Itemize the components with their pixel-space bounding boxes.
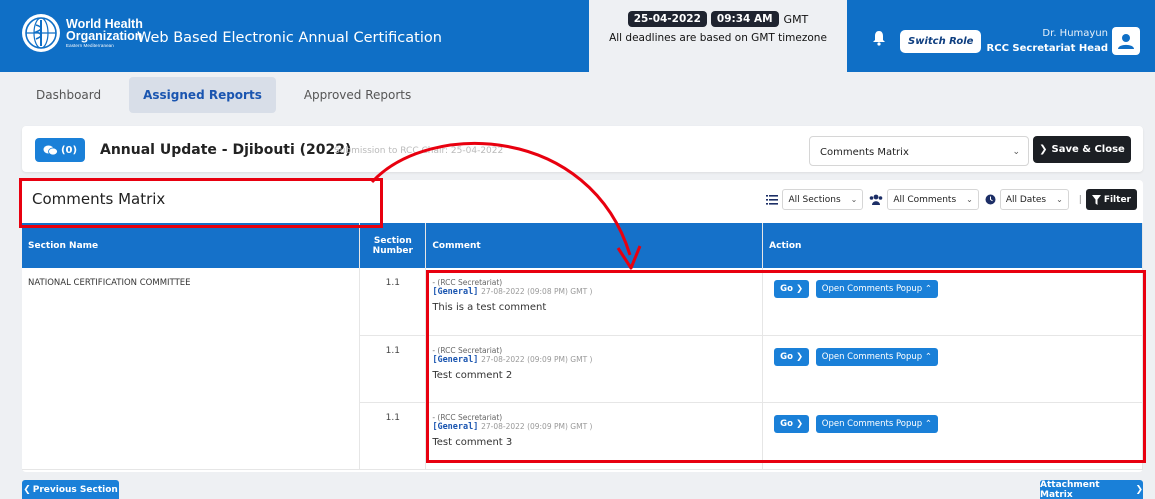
previous-section-button[interactable]: ❮ Previous Section (22, 480, 119, 499)
org-name-line1: World Health (66, 16, 143, 31)
clock-icon (985, 194, 996, 205)
who-emblem-icon (22, 14, 60, 52)
submission-date: Submission to RCC Chair: 25-04-2022 (334, 146, 504, 156)
chevron-down-icon: ⌄ (1056, 195, 1063, 204)
current-time: 09:34 AM (710, 11, 779, 27)
tab-approved-reports[interactable]: Approved Reports (290, 77, 425, 113)
table-header-row: Section Name Section Number Comment Acti… (22, 223, 1143, 268)
chevron-down-icon: ⌄ (850, 195, 858, 204)
bell-icon[interactable] (872, 30, 886, 50)
who-logo[interactable]: World Health Organization Eastern Medite… (22, 14, 143, 52)
annotation-box-comments (426, 270, 1146, 463)
report-title: Annual Update - Djibouti (2022) (100, 142, 352, 158)
col-action: Action (762, 223, 1143, 268)
timezone-label: GMT (783, 12, 809, 26)
chevron-right-icon: ❯ (1039, 144, 1048, 155)
app-header: World Health Organization Eastern Medite… (0, 0, 1155, 72)
app-title: Web Based Electronic Annual Certificatio… (137, 30, 442, 46)
comments-icon (43, 145, 58, 155)
chevron-down-icon: ⌄ (966, 195, 973, 204)
section-name-cell: NATIONAL CERTIFICATION COMMITTEE (22, 268, 361, 470)
report-header-bar: (0) Annual Update - Djibouti (2022) Subm… (22, 126, 1143, 172)
col-comment: Comment (425, 223, 764, 268)
chevron-left-icon: ❮ (23, 484, 31, 495)
col-section-name: Section Name (22, 223, 361, 268)
org-region: Eastern Mediterranean (66, 42, 114, 48)
matrix-dropdown[interactable]: Comments Matrix ⌄ (809, 136, 1029, 166)
users-icon (870, 194, 883, 205)
matrix-dropdown-value: Comments Matrix (820, 147, 909, 158)
user-role: RCC Secretariat Head (986, 43, 1108, 54)
tab-dashboard[interactable]: Dashboard (22, 77, 115, 113)
user-name: Dr. Humayun (1042, 28, 1108, 39)
comments-filter-select[interactable]: All Comments ⌄ (887, 189, 979, 210)
deadline-note: All deadlines are based on GMT timezone (609, 32, 827, 44)
sections-filter-select[interactable]: All Sections ⌄ (782, 189, 864, 210)
chevron-right-icon: ❯ (1135, 484, 1143, 495)
datetime-panel: 25-04-2022 09:34 AM GMT All deadlines ar… (589, 0, 847, 72)
funnel-icon (1091, 194, 1101, 205)
chevron-down-icon: ⌄ (1012, 147, 1020, 157)
col-section-number: Section Number (359, 223, 427, 268)
annotation-box-title (19, 178, 383, 228)
section-number-cell: 1.1 (359, 335, 427, 403)
avatar[interactable] (1112, 27, 1140, 55)
switch-role-button[interactable]: Switch Role (900, 30, 982, 53)
main-tabs: Dashboard Assigned Reports Approved Repo… (0, 72, 1155, 118)
section-number-cell: 1.1 (359, 268, 427, 336)
tab-assigned-reports[interactable]: Assigned Reports (129, 77, 276, 113)
filter-bar: All Sections ⌄ All Comments ⌄ All Dates … (766, 189, 1137, 210)
attachment-matrix-button[interactable]: Attachment Matrix ❯ (1040, 480, 1143, 499)
user-info[interactable]: Dr. Humayun RCC Secretariat Head (987, 26, 1108, 56)
list-icon (766, 195, 779, 205)
filter-button[interactable]: Filter (1085, 189, 1137, 210)
current-date: 25-04-2022 (627, 11, 707, 27)
section-number-cell: 1.1 (359, 402, 427, 470)
comments-count: (0) (60, 144, 78, 156)
org-name-line2: Organization (66, 28, 143, 43)
divider: | (1078, 194, 1082, 205)
dates-filter-select[interactable]: All Dates ⌄ (999, 189, 1069, 210)
user-icon (1118, 34, 1134, 49)
save-close-button[interactable]: ❯ Save & Close (1033, 136, 1131, 163)
comments-count-button[interactable]: (0) (35, 138, 85, 162)
